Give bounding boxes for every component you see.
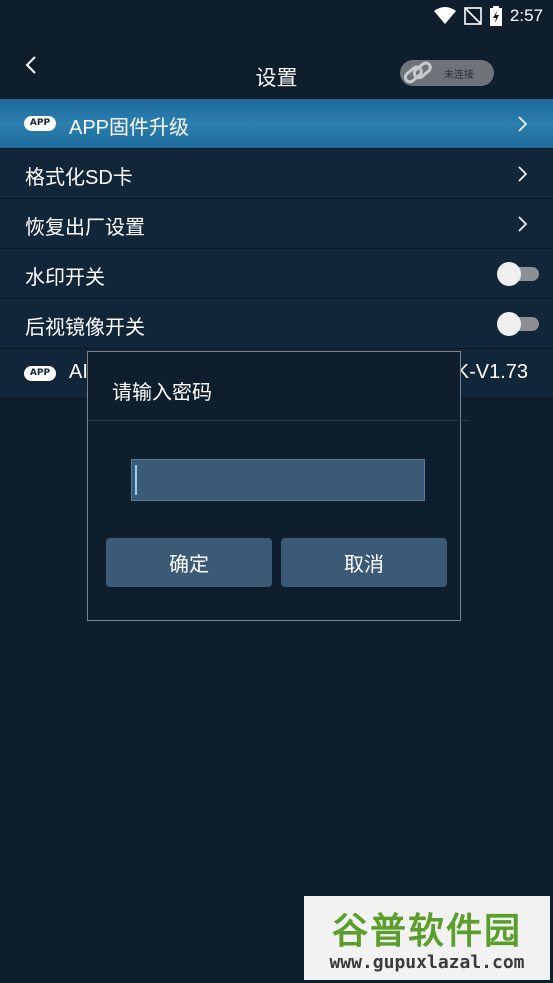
password-input[interactable] (131, 459, 425, 501)
menu-item-label: AI (69, 361, 88, 383)
toggle-knob (497, 262, 521, 286)
dialog-divider (88, 420, 470, 421)
status-time: 2:57 (509, 6, 543, 25)
password-dialog: 请输入密码 确定 取消 (87, 351, 470, 621)
text-cursor (135, 465, 137, 495)
version-value: K-V1.73 (455, 361, 528, 383)
chevron-right-icon (518, 166, 528, 182)
app-badge-icon: APP (24, 366, 56, 381)
site-watermark: 谷普软件园 www.gupuxlazal.com (304, 896, 550, 980)
menu-item-mirror-switch: 后视镜像开关 (0, 299, 553, 349)
no-signal-icon (464, 7, 482, 25)
menu-item-factory-reset[interactable]: 恢复出厂设置 (0, 199, 553, 249)
chevron-right-icon (518, 116, 528, 132)
menu-item-format-sd[interactable]: 格式化SD卡 (0, 149, 553, 199)
menu-item-label: 恢复出厂设置 (25, 217, 145, 239)
connection-status[interactable]: 未连接 (400, 60, 494, 86)
dialog-title: 请输入密码 (112, 382, 212, 404)
confirm-button[interactable]: 确定 (106, 538, 272, 587)
menu-item-label: 格式化SD卡 (25, 167, 133, 189)
watermark-url: www.gupuxlazal.com (329, 952, 525, 973)
status-bar: 2:57 (0, 0, 553, 34)
mirror-toggle[interactable] (497, 312, 539, 336)
link-icon (403, 61, 432, 84)
wifi-icon (433, 7, 456, 24)
chevron-right-icon (518, 216, 528, 232)
cancel-button[interactable]: 取消 (281, 538, 447, 587)
menu-item-label: 水印开关 (25, 267, 105, 289)
battery-charging-icon (489, 6, 502, 26)
menu-item-firmware-upgrade[interactable]: APP APP固件升级 (0, 99, 553, 149)
watermark-title: 谷普软件园 (331, 911, 522, 952)
status-icons: 2:57 (433, 4, 543, 28)
top-bar: 设置 未连接 (0, 34, 553, 98)
toggle-knob (497, 312, 521, 336)
connection-label: 未连接 (444, 70, 474, 81)
menu-item-label: 后视镜像开关 (25, 317, 145, 339)
menu-item-watermark-switch: 水印开关 (0, 249, 553, 299)
menu-item-label: APP固件升级 (69, 117, 190, 139)
app-badge-icon: APP (24, 116, 56, 131)
watermark-toggle[interactable] (497, 262, 539, 286)
